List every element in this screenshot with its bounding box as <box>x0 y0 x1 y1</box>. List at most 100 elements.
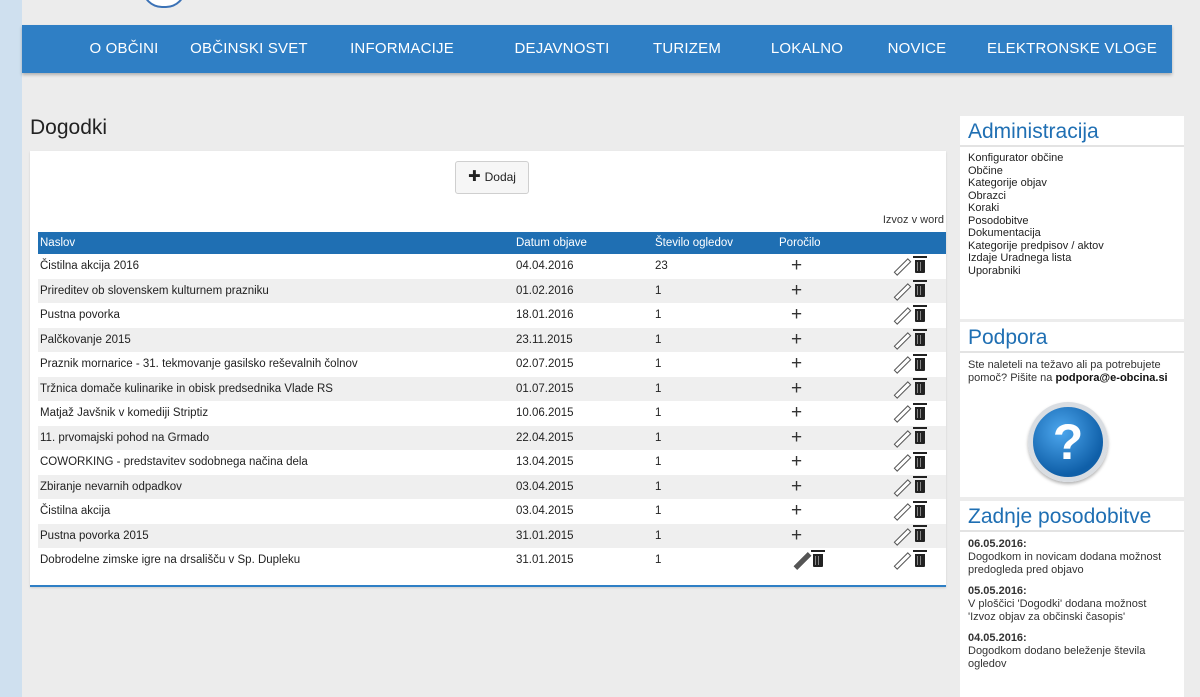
municipality-logo[interactable] <box>142 0 186 8</box>
report-add-icon[interactable]: + <box>779 281 802 300</box>
nav-item-o-obcini[interactable]: O OBČINI <box>64 25 184 73</box>
delete-icon[interactable] <box>913 402 927 420</box>
nav-item-dejavnosti[interactable]: DEJAVNOSTI <box>492 25 632 73</box>
admin-link[interactable]: Obrazci <box>968 190 1176 203</box>
cell-title[interactable]: Tržnica domače kulinarike in obisk preds… <box>38 376 514 401</box>
cell-title[interactable]: Matjaž Javšnik v komediji Striptiz <box>38 401 514 426</box>
cell-date: 13.04.2015 <box>516 456 574 469</box>
delete-icon[interactable] <box>913 500 927 518</box>
report-add-icon[interactable]: + <box>779 354 802 373</box>
edit-icon[interactable] <box>893 307 909 323</box>
edit-icon[interactable] <box>893 454 909 470</box>
cell-title[interactable]: 11. prvomajski pohod na Grmado <box>38 425 514 450</box>
cell-date: 03.04.2015 <box>514 474 653 499</box>
admin-link[interactable]: Konfigurator občine <box>968 152 1176 165</box>
report-add-icon[interactable]: + <box>779 305 802 324</box>
help-question-icon[interactable]: ? <box>1028 402 1108 482</box>
edit-icon[interactable] <box>893 503 909 519</box>
report-add-icon[interactable]: + <box>779 428 802 447</box>
admin-link[interactable]: Izdaje Uradnega lista <box>968 252 1176 265</box>
nav-item-turizem[interactable]: TURIZEM <box>632 25 742 73</box>
cell-title[interactable]: Palčkovanje 2015 <box>38 327 514 352</box>
nav-item-lokalno[interactable]: LOKALNO <box>752 25 862 73</box>
export-word-link[interactable]: Izvoz v word <box>883 214 944 226</box>
update-date: 06.05.2016: <box>968 538 1027 550</box>
admin-link[interactable]: Občine <box>968 165 1176 178</box>
nav-item-novice[interactable]: NOVICE <box>872 25 962 73</box>
admin-link[interactable]: Kategorije objav <box>968 177 1176 190</box>
table-body: Čistilna akcija 2016 04.04.2016 23 + Priredi… <box>38 254 946 573</box>
cell-actions <box>876 327 946 352</box>
updates-list: 06.05.2016: Dogodkom in novicam dodana mo… <box>960 532 1184 685</box>
edit-icon[interactable] <box>893 528 909 544</box>
admin-link[interactable]: Posodobitve <box>968 215 1176 228</box>
delete-icon[interactable] <box>913 525 927 543</box>
cell-actions <box>876 401 946 426</box>
report-edit-icon[interactable] <box>793 552 809 568</box>
edit-icon[interactable] <box>893 332 909 348</box>
table-header-row: Naslov Datum objave Število ogledov Poro… <box>38 232 946 254</box>
header-views[interactable]: Število ogledov <box>653 232 777 254</box>
cell-date: 03.04.2015 <box>516 505 574 518</box>
delete-icon[interactable] <box>913 304 927 322</box>
delete-icon[interactable] <box>913 255 927 273</box>
cell-title[interactable]: Čistilna akcija <box>38 499 514 524</box>
edit-icon[interactable] <box>893 258 909 274</box>
cell-title[interactable]: Pustna povorka <box>38 303 514 328</box>
cell-actions <box>876 474 946 499</box>
nav-item-obcinski-svet[interactable]: OBČINSKI SVET <box>174 25 324 73</box>
delete-icon[interactable] <box>913 378 927 396</box>
cell-title[interactable]: COWORKING - predstavitev sodobnega način… <box>38 450 514 475</box>
report-actions <box>779 549 825 568</box>
admin-box: Administracija Konfigurator občine Občine… <box>960 116 1184 319</box>
cell-actions <box>876 450 946 475</box>
nav-item-informacije[interactable]: INFORMACIJE <box>337 25 467 73</box>
cell-title[interactable]: Čistilna akcija 2016 <box>38 254 514 279</box>
report-add-icon[interactable]: + <box>779 501 802 520</box>
delete-icon[interactable] <box>913 549 927 567</box>
admin-link[interactable]: Dokumentacija <box>968 227 1176 240</box>
admin-link[interactable]: Kategorije predpisov / aktov <box>968 240 1176 253</box>
report-add-icon[interactable]: + <box>779 256 802 275</box>
cell-title[interactable]: Praznik mornarice - 31. tekmovanje gasil… <box>38 352 514 377</box>
edit-icon[interactable] <box>893 405 909 421</box>
report-add-icon[interactable]: + <box>779 452 802 471</box>
report-add-icon[interactable]: + <box>779 379 802 398</box>
delete-icon[interactable] <box>913 329 927 347</box>
admin-link[interactable]: Uporabniki <box>968 265 1176 278</box>
report-add-icon[interactable]: + <box>779 477 802 496</box>
delete-icon[interactable] <box>913 280 927 298</box>
nav-item-elektronske-vloge[interactable]: ELEKTRONSKE VLOGE <box>982 25 1162 73</box>
page-title: Dogodki <box>30 116 108 139</box>
cell-title[interactable]: Prireditev ob slovenskem kulturnem prazn… <box>38 278 514 303</box>
edit-icon[interactable] <box>893 552 909 568</box>
edit-icon[interactable] <box>893 381 909 397</box>
add-button[interactable]: ✚ Dodaj <box>455 161 529 194</box>
header-date[interactable]: Datum objave <box>514 232 653 254</box>
delete-icon[interactable] <box>913 451 927 469</box>
delete-icon[interactable] <box>913 427 927 445</box>
cell-actions <box>876 376 946 401</box>
cell-title[interactable]: Pustna povorka 2015 <box>38 523 514 548</box>
edit-icon[interactable] <box>893 283 909 299</box>
header-title[interactable]: Naslov <box>38 232 514 254</box>
cell-views: 1 <box>653 425 777 450</box>
edit-icon[interactable] <box>893 430 909 446</box>
events-panel: ✚ Dodaj Izvoz v word Naslov Datum objave … <box>30 151 946 587</box>
delete-icon[interactable] <box>913 353 927 371</box>
admin-link[interactable]: Koraki <box>968 202 1176 215</box>
support-email-link[interactable]: podpora@e-obcina.si <box>1055 372 1167 384</box>
edit-icon[interactable] <box>893 356 909 372</box>
cell-report <box>777 548 876 573</box>
edit-icon[interactable] <box>893 479 909 495</box>
cell-title[interactable]: Zbiranje nevarnih odpadkov <box>38 474 514 499</box>
report-delete-icon[interactable] <box>811 549 825 567</box>
report-add-icon[interactable]: + <box>779 330 802 349</box>
delete-icon[interactable] <box>913 476 927 494</box>
table-row: Matjaž Javšnik v komediji Striptiz 10.06.… <box>38 401 946 426</box>
cell-title[interactable]: Dobrodelne zimske igre na drsališču v Sp… <box>38 548 514 573</box>
report-add-icon[interactable]: + <box>779 403 802 422</box>
report-add-icon[interactable]: + <box>779 526 802 545</box>
cell-views: 1 <box>653 523 777 548</box>
header-report: Poročilo <box>777 232 876 254</box>
